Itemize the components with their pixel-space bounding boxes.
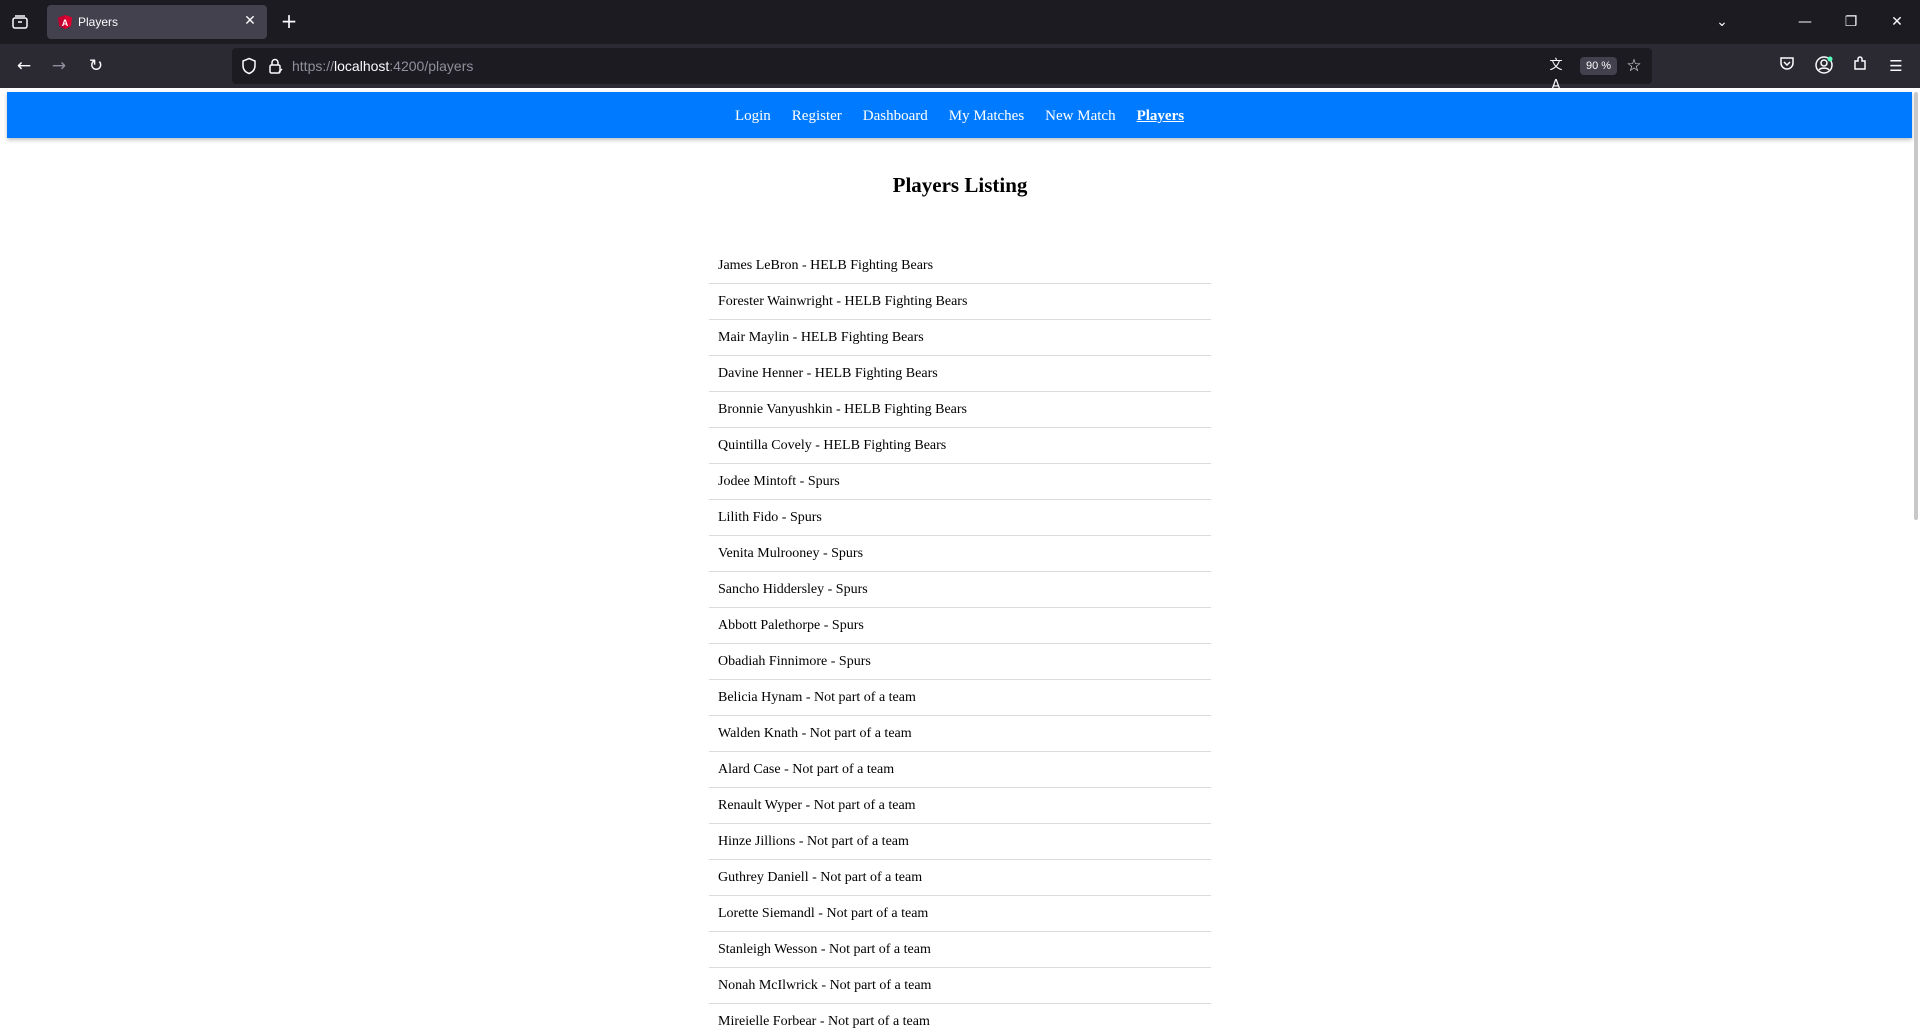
nav-link-register[interactable]: Register — [792, 108, 842, 124]
tab-players[interactable]: A Players ✕ — [47, 5, 267, 39]
nav-links: Login Register Dashboard My Matches New … — [7, 107, 1912, 125]
zoom-level-badge[interactable]: 90 % — [1580, 57, 1618, 75]
url-path: :4200/players — [389, 58, 474, 74]
account-icon[interactable] — [1813, 55, 1835, 77]
player-list-item: Stanleigh Wesson - Not part of a team — [709, 932, 1211, 968]
extensions-icon[interactable] — [1849, 55, 1871, 77]
lock-icon[interactable] — [266, 57, 284, 75]
pocket-icon[interactable] — [1776, 55, 1798, 77]
player-list-item: Abbott Palethorpe - Spurs — [709, 608, 1211, 644]
player-list-item: Jodee Mintoft - Spurs — [709, 464, 1211, 500]
window-close-icon[interactable]: ✕ — [1874, 0, 1920, 44]
player-list-item: Mireielle Forbear - Not part of a team — [718, 1014, 930, 1029]
forward-arrow-icon[interactable]: → — [45, 52, 73, 80]
nav-link-my-matches[interactable]: My Matches — [949, 108, 1024, 124]
player-list-item: Mair Maylin - HELB Fighting Bears — [709, 320, 1211, 356]
site-navbar: Login Register Dashboard My Matches New … — [7, 92, 1912, 138]
chevron-down-icon[interactable]: ⌄ — [1710, 10, 1734, 34]
page-title: Players Listing — [892, 173, 1028, 197]
player-list-item: Obadiah Finnimore - Spurs — [709, 644, 1211, 680]
player-list-item: Venita Mulrooney - Spurs — [709, 536, 1211, 572]
url-host: localhost — [334, 58, 390, 74]
player-list-item: Davine Henner - HELB Fighting Bears — [709, 356, 1211, 392]
browser-toolbar: ← → ↻ https://localhost:4200/players 文A … — [0, 44, 1920, 93]
nav-link-dashboard[interactable]: Dashboard — [863, 108, 928, 124]
back-arrow-icon[interactable]: ← — [10, 52, 38, 80]
player-list-item: Lilith Fido - Spurs — [709, 500, 1211, 536]
player-list-item: Nonah McIlwrick - Not part of a team — [709, 968, 1211, 1004]
url-scheme: https:// — [292, 58, 335, 74]
angular-favicon-icon: A — [57, 14, 73, 30]
players-list: James LeBron - HELB Fighting Bears Forest… — [709, 248, 1211, 1032]
page-scrollbar[interactable] — [1914, 92, 1918, 520]
page-viewport: Login Register Dashboard My Matches New … — [0, 88, 1920, 1032]
player-list-item: Walden Knath - Not part of a team — [709, 716, 1211, 752]
nav-link-new-match[interactable]: New Match — [1045, 108, 1115, 124]
player-list-item: Quintilla Covely - HELB Fighting Bears — [709, 428, 1211, 464]
bookmark-star-icon[interactable]: ☆ — [1623, 55, 1645, 77]
nav-link-login[interactable]: Login — [735, 108, 771, 124]
player-list-item: Belicia Hynam - Not part of a team — [709, 680, 1211, 716]
hamburger-menu-icon[interactable]: ☰ — [1885, 55, 1907, 77]
player-list-item: Alard Case - Not part of a team — [709, 752, 1211, 788]
browser-tab-strip: A Players ✕ + ⌄ — ❐ ✕ — [0, 0, 1920, 44]
player-list-item: Renault Wyper - Not part of a team — [709, 788, 1211, 824]
player-list-item: Guthrey Daniell - Not part of a team — [709, 860, 1211, 896]
nav-link-players[interactable]: Players — [1137, 108, 1184, 124]
player-list-item: James LeBron - HELB Fighting Bears — [709, 248, 1211, 284]
player-list-item: Lorette Siemandl - Not part of a team — [709, 896, 1211, 932]
player-list-item: Bronnie Vanyushkin - HELB Fighting Bears — [709, 392, 1211, 428]
minimize-icon[interactable]: — — [1782, 0, 1828, 44]
url-text[interactable]: https://localhost:4200/players — [292, 58, 473, 74]
translate-icon[interactable]: 文A — [1546, 56, 1566, 93]
player-list-item: Hinze Jillions - Not part of a team — [709, 824, 1211, 860]
player-list-item: Sancho Hiddersley - Spurs — [709, 572, 1211, 608]
close-icon[interactable]: ✕ — [241, 12, 259, 30]
address-bar[interactable]: https://localhost:4200/players 文A 90 % ☆ — [232, 48, 1652, 93]
svg-text:A: A — [62, 18, 69, 28]
tab-title: Players — [78, 15, 119, 29]
tab-list-icon[interactable] — [8, 11, 32, 33]
reload-icon[interactable]: ↻ — [82, 52, 110, 80]
player-list-item: Forester Wainwright - HELB Fighting Bear… — [709, 284, 1211, 320]
shield-icon[interactable] — [240, 57, 258, 75]
plus-icon[interactable]: + — [277, 10, 301, 34]
restore-icon[interactable]: ❐ — [1828, 0, 1874, 44]
